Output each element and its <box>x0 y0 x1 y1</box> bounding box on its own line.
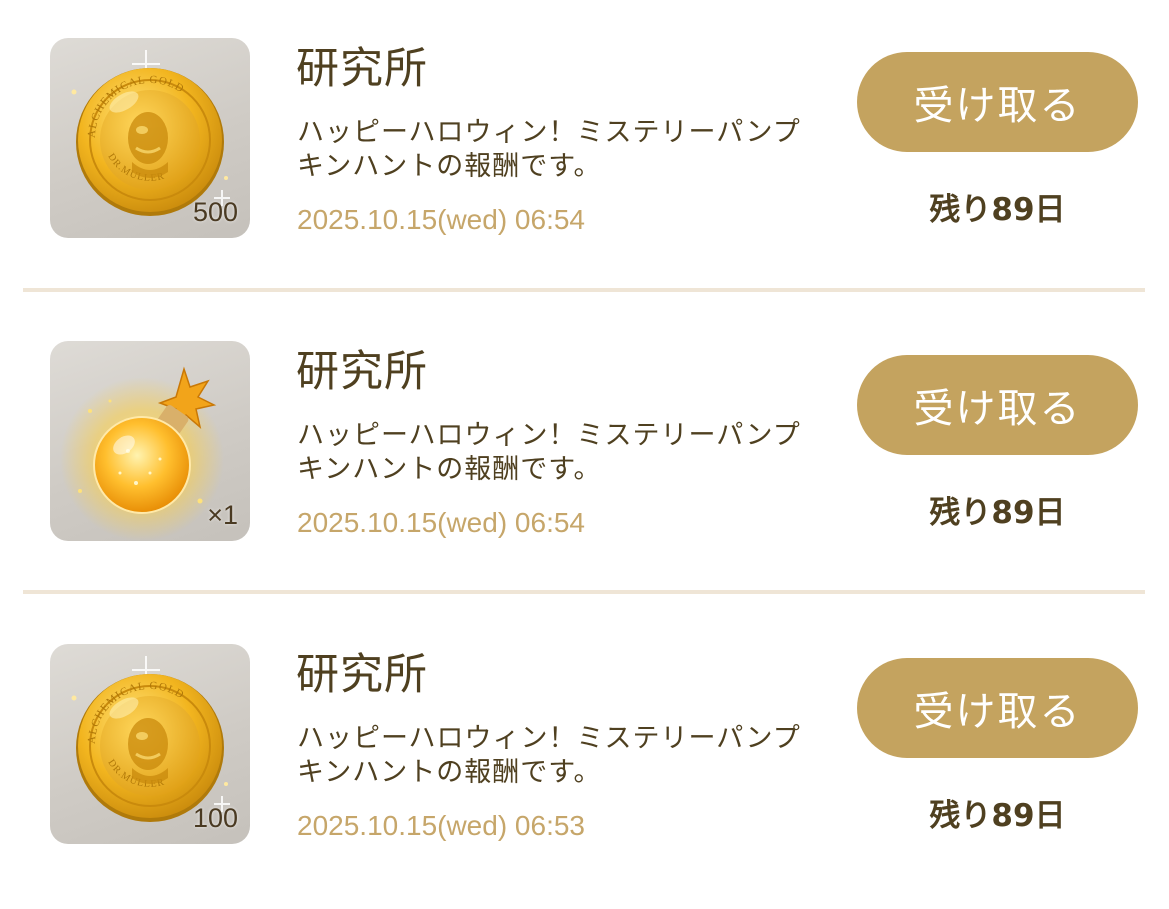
mail-list: ALCHEMICAL GOLD DR.MULLER 500 研究所 ハッピーハロ… <box>0 0 1169 874</box>
remaining-days: 残り89日 <box>929 192 1066 228</box>
claim-button[interactable]: 受け取る <box>857 355 1138 455</box>
mail-item: ×1 研究所 ハッピーハロウィン！ミステリーパンプ キンハントの報酬です。 20… <box>0 303 1169 606</box>
reward-thumbnail: ALCHEMICAL GOLD DR.MULLER 500 <box>50 38 250 238</box>
mail-sender-title: 研究所 <box>296 347 428 397</box>
mail-message: ハッピーハロウィン！ミステリーパンプ キンハントの報酬です。 <box>297 116 827 184</box>
mail-date: 2025.10.15(wed) 06:54 <box>297 204 585 235</box>
row-divider <box>23 288 1145 292</box>
reward-thumbnail: ALCHEMICAL GOLD DR.MULLER 100 <box>50 644 250 844</box>
mail-message-line: ハッピーハロウィン！ミステリーパンプ <box>297 723 801 754</box>
mail-message-line: キンハントの報酬です。 <box>297 454 602 485</box>
mail-message-line: ハッピーハロウィン！ミステリーパンプ <box>297 420 801 451</box>
remaining-days: 残り89日 <box>929 495 1066 531</box>
mail-message-line: キンハントの報酬です。 <box>297 151 602 182</box>
mail-date: 2025.10.15(wed) 06:53 <box>297 810 585 841</box>
mail-message-line: キンハントの報酬です。 <box>297 757 602 788</box>
reward-quantity: 100 <box>192 803 238 833</box>
row-divider <box>23 590 1145 594</box>
mail-sender-title: 研究所 <box>296 650 428 700</box>
mail-date: 2025.10.15(wed) 06:54 <box>297 507 585 538</box>
mail-sender-title: 研究所 <box>296 44 428 94</box>
reward-thumbnail: ×1 <box>50 341 250 541</box>
reward-quantity: ×1 <box>207 500 238 530</box>
mail-message: ハッピーハロウィン！ミステリーパンプ キンハントの報酬です。 <box>297 722 827 790</box>
mail-message: ハッピーハロウィン！ミステリーパンプ キンハントの報酬です。 <box>297 419 827 487</box>
mail-item: ALCHEMICAL GOLD DR.MULLER 500 研究所 ハッピーハロ… <box>0 0 1169 303</box>
remaining-days: 残り89日 <box>929 798 1066 834</box>
claim-button[interactable]: 受け取る <box>857 658 1138 758</box>
claim-button[interactable]: 受け取る <box>857 52 1138 152</box>
reward-quantity: 500 <box>192 197 238 227</box>
mail-message-line: ハッピーハロウィン！ミステリーパンプ <box>297 117 801 148</box>
mail-item: ALCHEMICAL GOLD DR.MULLER 100 研究所 ハッピーハロ… <box>0 606 1169 909</box>
